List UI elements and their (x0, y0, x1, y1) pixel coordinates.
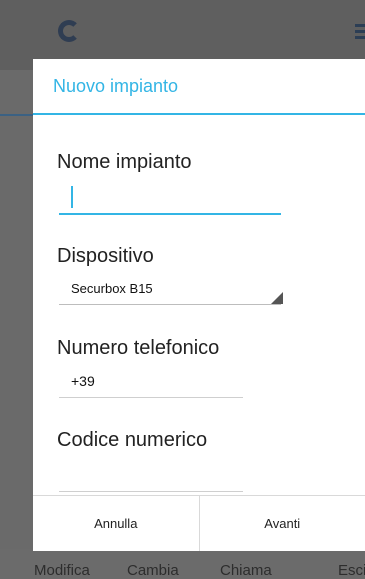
background-bottom-bar: Modifica Cambia Chiama Esci (0, 549, 365, 579)
app-logo-icon (58, 20, 80, 42)
tab-modifica: Modifica (34, 562, 90, 579)
tab-cambia: Cambia (127, 562, 179, 579)
code-underline (59, 491, 243, 492)
phone-input[interactable]: +39 (71, 373, 95, 389)
dialog-title: Nuovo impianto (53, 75, 179, 96)
next-button[interactable]: Avanti (198, 496, 365, 551)
device-dropdown-underline (59, 304, 281, 305)
system-name-underline (59, 213, 281, 215)
text-cursor (71, 186, 73, 208)
phone-label: Numero telefonico (57, 337, 220, 359)
code-label: Codice numerico (57, 429, 208, 451)
tab-chiama: Chiama (220, 562, 272, 579)
tab-esci: Esci (338, 562, 365, 579)
cancel-button[interactable]: Annulla (33, 496, 199, 551)
menu-icon (355, 24, 365, 40)
system-name-input[interactable] (59, 183, 285, 215)
dialog-buttons: Annulla Avanti (33, 495, 365, 551)
code-input[interactable] (59, 459, 247, 491)
dialog-header: Nuovo impianto (33, 59, 365, 115)
new-system-dialog: Nuovo impianto Nome impianto Dispositivo… (33, 59, 365, 551)
system-name-label: Nome impianto (57, 151, 192, 173)
device-dropdown[interactable]: Securbox B15 (57, 277, 283, 305)
dropdown-arrow-icon (271, 292, 283, 304)
phone-underline (59, 397, 243, 398)
device-selected-value: Securbox B15 (71, 281, 153, 296)
device-label: Dispositivo (57, 245, 154, 267)
